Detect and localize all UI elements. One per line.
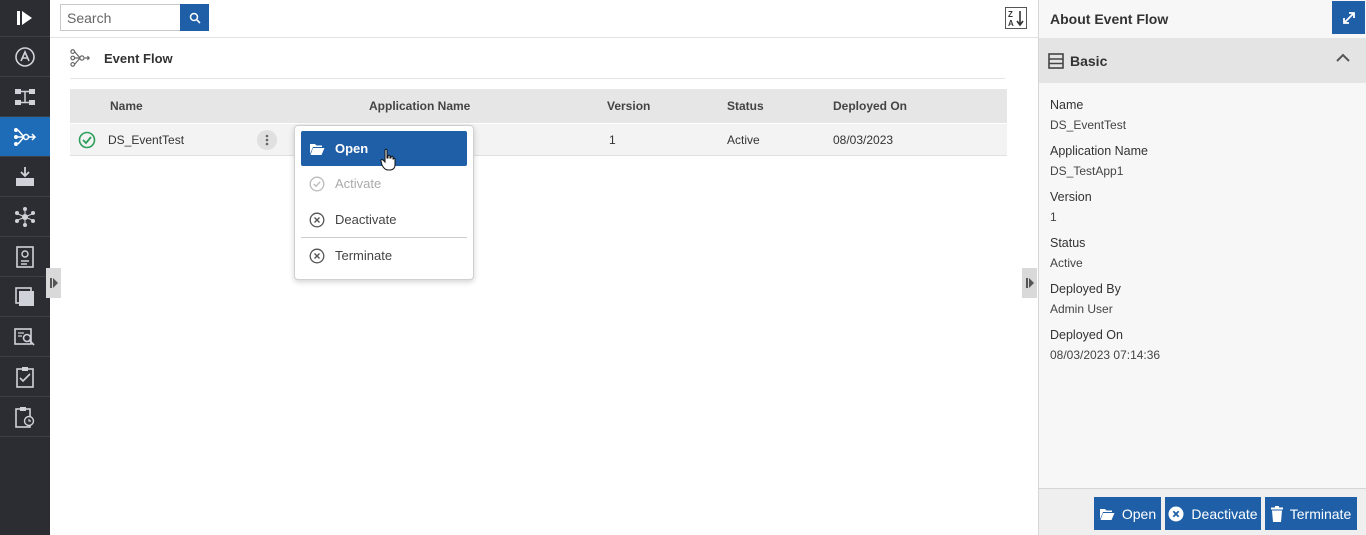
section-title: Basic bbox=[1070, 53, 1108, 69]
deactivate-button[interactable]: Deactivate bbox=[1165, 497, 1261, 530]
check-circle-icon bbox=[309, 176, 325, 192]
breadcrumb-divider bbox=[70, 78, 1005, 79]
expand-button[interactable] bbox=[1332, 1, 1365, 34]
nav-scheduled[interactable] bbox=[0, 397, 50, 437]
open-button[interactable]: Open bbox=[1094, 497, 1161, 530]
cell-deployed-on: 08/03/2023 bbox=[833, 133, 894, 147]
row-actions-button[interactable] bbox=[257, 130, 277, 150]
grid-header: Name Application Name Version Status Dep… bbox=[70, 89, 1007, 123]
folder-open-icon bbox=[309, 141, 325, 157]
nav-dashboard[interactable] bbox=[0, 37, 50, 77]
check-circle-icon bbox=[78, 131, 96, 149]
collapse-arrow-icon bbox=[1025, 278, 1034, 288]
expand-icon bbox=[1342, 11, 1355, 24]
form-icon bbox=[1048, 53, 1064, 69]
panel-footer: Open Deactivate Terminate bbox=[1039, 488, 1366, 535]
column-header-name[interactable]: Name bbox=[110, 99, 143, 113]
menu-item-label: Deactivate bbox=[335, 212, 397, 227]
search-log-icon bbox=[14, 327, 35, 346]
field-label-status: Status bbox=[1050, 236, 1086, 250]
menu-item-deactivate[interactable]: Deactivate bbox=[301, 202, 467, 237]
cell-version: 1 bbox=[609, 133, 616, 147]
field-value-status: Active bbox=[1050, 256, 1083, 270]
network-icon bbox=[15, 206, 35, 227]
field-value-version: 1 bbox=[1050, 210, 1057, 224]
cell-name: DS_EventTest bbox=[108, 133, 185, 147]
trash-icon bbox=[1270, 505, 1283, 522]
field-value-application-name: DS_TestApp1 bbox=[1050, 164, 1124, 178]
sort-button[interactable]: ZA bbox=[1005, 7, 1027, 29]
open-button-label: Open bbox=[1121, 505, 1157, 522]
app-logo[interactable] bbox=[0, 0, 50, 37]
checklist-icon bbox=[16, 366, 34, 388]
windows-icon bbox=[15, 286, 34, 306]
terminate-button[interactable]: Terminate bbox=[1265, 497, 1357, 530]
table-row[interactable]: DS_EventTest 1 Active 08/03/2023 bbox=[70, 124, 1007, 156]
column-header-version[interactable]: Version bbox=[607, 99, 650, 113]
menu-item-label: Activate bbox=[335, 176, 382, 191]
event-flow-icon bbox=[14, 127, 37, 146]
terminate-button-label: Terminate bbox=[1289, 505, 1352, 522]
hand-cursor-icon bbox=[380, 148, 396, 171]
page-title: Event Flow bbox=[104, 50, 173, 66]
x-circle-icon bbox=[1168, 506, 1184, 522]
event-flow-icon bbox=[70, 49, 91, 67]
nav-checklist[interactable] bbox=[0, 357, 50, 397]
flow-boxes-icon bbox=[15, 88, 35, 105]
nav-reports[interactable] bbox=[0, 237, 50, 277]
nav-network[interactable] bbox=[0, 197, 50, 237]
menu-item-label: Open bbox=[335, 141, 369, 156]
clipboard-clock-icon bbox=[15, 406, 35, 428]
column-header-application-name[interactable]: Application Name bbox=[369, 99, 470, 113]
field-value-deployed-by: Admin User bbox=[1050, 302, 1113, 316]
breadcrumb: Event Flow bbox=[70, 48, 173, 68]
field-label-deployed-by: Deployed By bbox=[1050, 282, 1121, 296]
nav-rail bbox=[0, 0, 50, 535]
nav-search-logs[interactable] bbox=[0, 317, 50, 357]
sort-z-a-icon: ZA bbox=[1008, 10, 1024, 27]
field-label-version: Version bbox=[1050, 190, 1092, 204]
logo-icon bbox=[17, 11, 32, 25]
menu-item-label: Terminate bbox=[335, 248, 393, 263]
cell-status: Active bbox=[727, 133, 760, 147]
report-icon bbox=[16, 245, 34, 268]
compass-a-icon bbox=[15, 46, 35, 67]
field-value-deployed-on: 08/03/2023 07:14:36 bbox=[1050, 348, 1161, 362]
chevron-up-icon bbox=[1336, 53, 1350, 62]
column-header-deployed-on[interactable]: Deployed On bbox=[833, 99, 907, 113]
menu-item-terminate[interactable]: Terminate bbox=[301, 238, 467, 273]
toolbar-divider bbox=[50, 37, 1038, 38]
section-header-basic[interactable]: Basic bbox=[1039, 38, 1366, 83]
deactivate-button-label: Deactivate bbox=[1191, 505, 1258, 522]
search-button[interactable] bbox=[180, 4, 209, 31]
nav-deploy[interactable] bbox=[0, 157, 50, 197]
details-panel: About Event Flow Basic Name DS_EventTest… bbox=[1038, 0, 1366, 535]
right-collapse-handle[interactable] bbox=[1022, 268, 1037, 298]
column-header-status[interactable]: Status bbox=[727, 99, 764, 113]
nav-event-flow[interactable] bbox=[0, 117, 50, 157]
field-value-name: DS_EventTest bbox=[1050, 118, 1127, 132]
search-icon bbox=[189, 12, 201, 24]
nav-applications[interactable] bbox=[0, 77, 50, 117]
field-label-deployed-on: Deployed On bbox=[1050, 328, 1123, 342]
x-circle-icon bbox=[309, 248, 325, 264]
search-input[interactable] bbox=[60, 4, 180, 31]
field-label-name: Name bbox=[1050, 98, 1084, 112]
deploy-icon bbox=[16, 166, 34, 186]
collapse-arrow-icon bbox=[49, 278, 58, 288]
svg-text:Z: Z bbox=[1008, 10, 1013, 19]
search-bar bbox=[60, 4, 209, 31]
folder-open-icon bbox=[1099, 507, 1115, 521]
panel-title: About Event Flow bbox=[1050, 11, 1169, 27]
left-collapse-handle[interactable] bbox=[46, 268, 61, 298]
nav-windows[interactable] bbox=[0, 277, 50, 317]
x-circle-icon bbox=[309, 212, 325, 228]
svg-text:A: A bbox=[1008, 19, 1014, 27]
more-vertical-icon bbox=[265, 134, 269, 146]
field-label-application-name: Application Name bbox=[1050, 144, 1148, 158]
